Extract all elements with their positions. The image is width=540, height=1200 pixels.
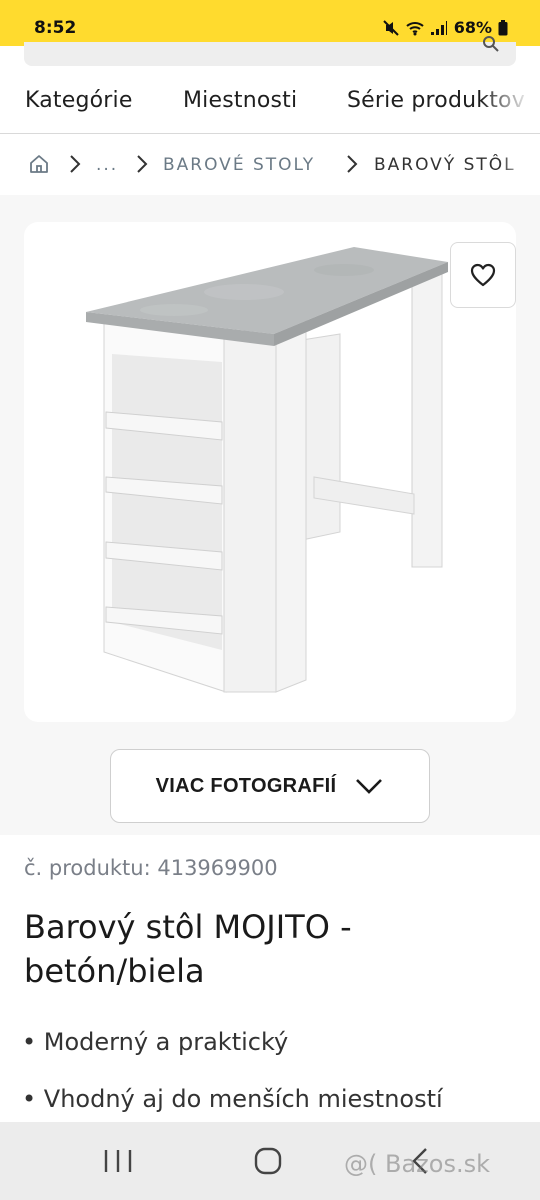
recent-apps-icon[interactable] — [98, 1146, 138, 1176]
breadcrumb: ... BAROVÉ STOLY BAROVÝ STÔL — [0, 135, 540, 195]
bazos-watermark: @( Bazos.sk — [344, 1150, 490, 1178]
home-button-icon[interactable] — [248, 1146, 288, 1176]
category-nav: Kategórie Miestnosti Série produktov — [0, 66, 540, 134]
nav-item-rooms[interactable]: Miestnosti — [183, 88, 297, 113]
product-title: Barový stôl MOJITO - betón/biela — [24, 908, 352, 990]
mute-icon — [382, 19, 399, 36]
wifi-icon — [406, 21, 424, 35]
chevron-right-icon — [137, 155, 148, 173]
more-photos-label: VIAC FOTOGRAFIÍ — [155, 774, 337, 797]
breadcrumb-fade — [500, 135, 540, 195]
nav-item-categories[interactable]: Kategórie — [25, 88, 133, 113]
battery-percent: 68% — [453, 18, 492, 37]
product-number: č. produktu: 413969900 — [24, 856, 278, 880]
signal-icon — [430, 20, 447, 35]
product-image[interactable] — [24, 222, 516, 722]
breadcrumb-current: BAROVÝ STÔL — [374, 155, 516, 175]
status-icons: 68% — [382, 18, 508, 37]
more-photos-button[interactable]: VIAC FOTOGRAFIÍ — [110, 749, 430, 823]
home-icon[interactable] — [29, 154, 49, 174]
breadcrumb-ellipsis[interactable]: ... — [96, 155, 118, 175]
nav-fade — [480, 66, 540, 133]
favorite-button[interactable] — [450, 242, 516, 308]
chevron-right-icon — [70, 155, 81, 173]
battery-icon — [498, 19, 508, 35]
breadcrumb-link[interactable]: BAROVÉ STOLY — [163, 155, 315, 175]
bar-table-illustration — [86, 247, 448, 693]
chevron-right-icon — [347, 155, 358, 173]
search-input[interactable] — [24, 36, 516, 66]
chevron-down-icon — [356, 779, 383, 794]
status-time: 8:52 — [34, 18, 77, 38]
search-icon[interactable] — [482, 36, 500, 52]
status-bar: 8:52 68% — [0, 0, 540, 46]
heart-icon — [470, 263, 496, 287]
feature-item: • Moderný a praktický — [22, 1028, 289, 1056]
